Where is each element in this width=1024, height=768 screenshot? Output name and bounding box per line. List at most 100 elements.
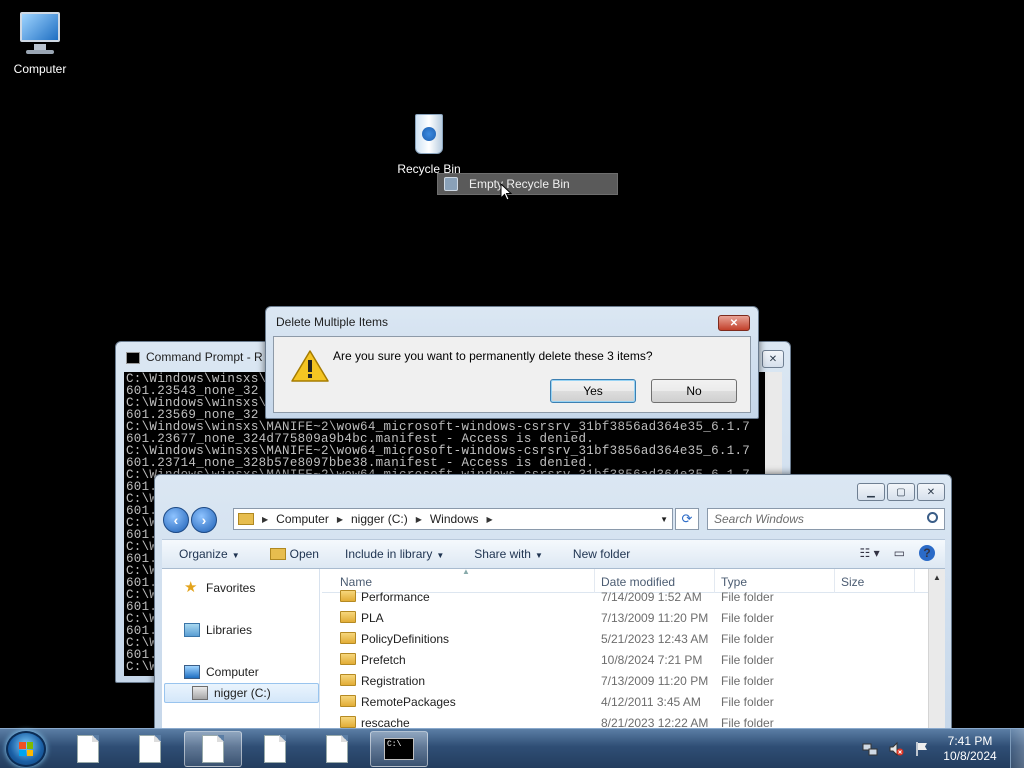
chevron-right-icon: ▶ [262,514,269,524]
file-name: Registration [361,674,426,688]
file-date: 7/14/2009 1:52 AM [601,590,702,604]
document-icon [264,735,286,763]
recycle-bin-icon [405,110,453,158]
file-date: 4/12/2011 3:45 AM [601,695,701,709]
refresh-icon[interactable]: ⟳ [675,508,699,530]
file-type: File folder [721,590,774,604]
file-type: File folder [721,674,774,688]
desktop-icon-label: Computer [13,62,67,76]
file-name: RemotePackages [361,695,456,709]
desktop-icon-recycle-bin[interactable]: Recycle Bin [389,110,469,176]
delete-confirmation-dialog[interactable]: Delete Multiple Items ✕ Are you sure you… [265,306,759,419]
taskbar-item-document[interactable] [246,731,304,767]
navigation-pane: ★ Favorites Libraries Computer nigger (C:… [162,569,320,731]
table-row[interactable]: PLA 7/13/2009 11:20 PM File folder [322,607,928,628]
organize-button[interactable]: Organize ▼ [179,547,240,561]
folder-icon [340,590,356,602]
action-center-flag-icon[interactable] [914,741,930,757]
back-icon[interactable]: ‹ [163,507,189,533]
chevron-up-icon: ▲ [933,573,941,582]
taskbar: C:\ 7:41 PM 10/8/2024 [0,728,1024,768]
document-icon [202,735,224,763]
taskbar-item-document[interactable] [59,731,117,767]
help-icon[interactable]: ? [919,545,935,561]
nav-item-libraries[interactable]: Libraries [184,623,252,637]
table-row[interactable]: Registration 7/13/2009 11:20 PM File folde… [322,670,928,691]
clock-date: 10/8/2024 [943,749,997,763]
explorer-window[interactable]: ▁ ▢ ✕ ‹ › ▶ Computer ▶ nigger (C:) ▶ Win… [154,474,952,734]
explorer-content: ★ Favorites Libraries Computer nigger (C:… [162,569,945,731]
include-in-library-button[interactable]: Include in library ▼ [345,547,444,561]
folder-icon [340,674,356,686]
chevron-right-icon: ▶ [336,514,343,524]
desktop-icon-computer[interactable]: Computer [0,10,80,76]
search-input[interactable]: Search Windows [707,508,945,530]
table-row[interactable]: RemotePackages 4/12/2011 3:45 AM File fold… [322,691,928,712]
close-icon[interactable]: ✕ [917,483,945,501]
breadcrumb-windows[interactable]: Windows [430,512,479,526]
file-name: PLA [361,611,384,625]
computer-icon [184,665,200,679]
windows-logo-icon [19,742,33,756]
address-bar[interactable]: ▶ Computer ▶ nigger (C:) ▶ Windows ▶ ▼ [233,508,673,530]
new-folder-button[interactable]: New folder [573,547,630,561]
dialog-body: Are you sure you want to permanently del… [273,336,751,413]
nav-item-drive[interactable]: nigger (C:) [192,686,271,700]
cmd-icon [126,352,140,364]
folder-icon [340,653,356,665]
share-with-button[interactable]: Share with ▼ [474,547,543,561]
taskbar-item-document[interactable] [184,731,242,767]
chevron-down-icon[interactable]: ▼ [660,515,668,524]
nav-item-favorites[interactable]: ★ Favorites [184,579,255,596]
nav-item-computer[interactable]: Computer [184,665,259,679]
yes-button[interactable]: Yes [550,379,636,403]
taskbar-item-document[interactable] [121,731,179,767]
warning-icon [291,350,329,382]
folder-icon [269,548,286,560]
document-icon [77,735,99,763]
document-icon [139,735,161,763]
forward-icon[interactable]: › [191,507,217,533]
view-options-icon[interactable]: ☷ ▾ [860,546,880,560]
folder-icon [340,716,356,728]
no-button[interactable]: No [651,379,737,403]
window-title: Command Prompt - R [146,350,263,364]
clock-time: 7:41 PM [947,734,993,748]
file-date: 5/21/2023 12:43 AM [601,632,709,646]
taskbar-item-command-prompt[interactable]: C:\ [370,731,428,767]
breadcrumb-computer[interactable]: Computer [276,512,329,526]
library-icon [184,623,200,637]
close-icon[interactable]: ✕ [718,315,750,331]
file-type: File folder [721,632,774,646]
taskbar-item-document[interactable] [308,731,366,767]
minimize-icon[interactable]: ▁ [857,483,885,501]
chevron-right-icon: ▶ [486,514,493,524]
drive-icon [192,686,208,700]
command-bar: Organize ▼ Open Include in library ▼ Share… [162,539,945,569]
table-row[interactable]: Performance 7/14/2009 1:52 AM File folder [322,586,928,607]
recycle-bin-icon [444,177,458,191]
context-menu-empty-recycle-bin[interactable]: Empty Recycle Bin [437,173,618,195]
volume-muted-icon[interactable] [888,741,904,757]
clock[interactable]: 7:41 PM 10/8/2024 [940,734,1000,764]
preview-pane-icon[interactable]: ▭ [894,546,905,560]
search-placeholder: Search Windows [714,512,804,526]
file-date: 10/8/2024 7:21 PM [601,653,703,667]
table-row[interactable]: Prefetch 10/8/2024 7:21 PM File folder [322,649,928,670]
navigation-bar: ‹ › ▶ Computer ▶ nigger (C:) ▶ Windows ▶… [163,507,945,533]
computer-icon [16,10,64,58]
network-icon[interactable] [862,741,878,757]
folder-icon [340,632,356,644]
start-button[interactable] [6,731,46,767]
dialog-message: Are you sure you want to permanently del… [333,349,653,363]
star-icon: ★ [184,579,198,596]
close-icon[interactable]: ✕ [762,350,784,368]
maximize-icon[interactable]: ▢ [887,483,915,501]
folder-icon [340,695,356,707]
open-button[interactable]: Open [269,547,319,561]
show-desktop-button[interactable] [1010,729,1024,768]
dialog-title: Delete Multiple Items [276,315,389,329]
scrollbar[interactable]: ▲ [928,569,945,731]
breadcrumb-drive[interactable]: nigger (C:) [351,512,408,526]
table-row[interactable]: PolicyDefinitions 5/21/2023 12:43 AM File … [322,628,928,649]
